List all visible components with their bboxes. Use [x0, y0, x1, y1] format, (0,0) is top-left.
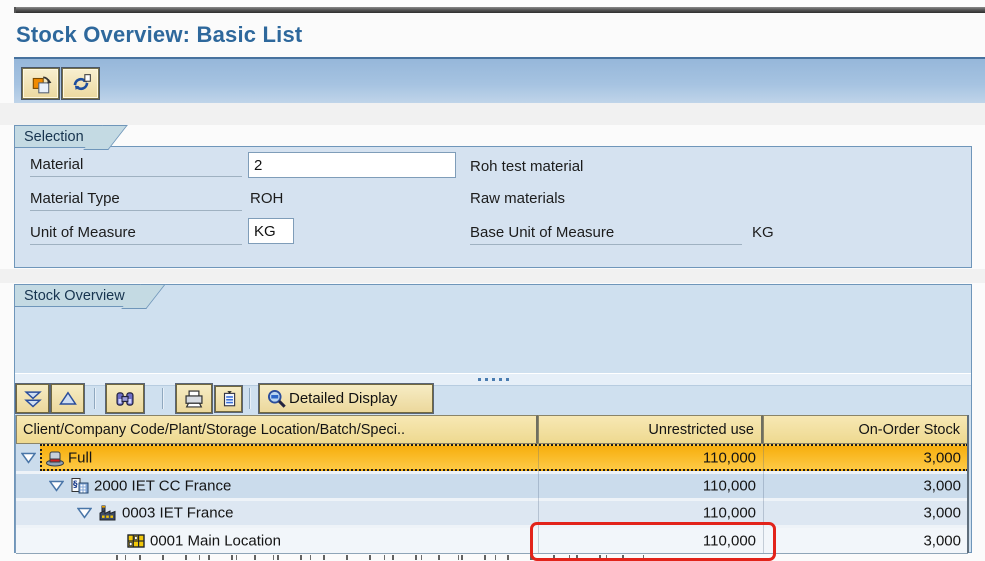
company-code-icon: §: [71, 478, 89, 494]
cell-on-order: 3,000: [923, 477, 961, 495]
material-label: Material: [30, 156, 242, 177]
base-unit-label: Base Unit of Measure: [470, 224, 742, 245]
table-row-plant[interactable]: 0003 IET France 110,000 3,000: [16, 501, 968, 525]
cell-on-order: 3,000: [923, 532, 961, 549]
selection-group-title: Selection: [14, 125, 106, 148]
column-header-on-order-stock[interactable]: On-Order Stock: [763, 415, 968, 444]
sort-descending-icon: [23, 390, 42, 408]
copy-list-button[interactable]: [215, 386, 242, 412]
table-right-border: [967, 415, 969, 553]
copy-icon: [223, 391, 235, 407]
annotation-highlight-rectangle: [530, 522, 776, 561]
svg-text:§: §: [73, 480, 78, 490]
cell-on-order: 3,000: [923, 449, 961, 466]
cropped-window-edge: [14, 7, 985, 13]
storage-location-icon: [127, 533, 145, 548]
material-type-label: Material Type: [30, 190, 242, 211]
detailed-display-button[interactable]: Detailed Display: [259, 384, 433, 413]
client-hat-icon: [46, 451, 64, 466]
choose-icon: [32, 76, 51, 93]
choose-button[interactable]: [22, 68, 59, 99]
toolbar-separator: [94, 388, 95, 409]
detailed-display-magnifier-icon: [267, 389, 286, 408]
splitter-dots-icon: [477, 378, 509, 381]
table-row-client-full[interactable]: Full 110,000 3,000: [16, 444, 968, 471]
table-row-company-code[interactable]: § 2000 IET CC France 110,000 3,000: [16, 474, 968, 498]
stock-overview-group-title: Stock Overview: [14, 284, 144, 307]
toolbar-separator: [249, 388, 250, 409]
cell-on-order: 3,000: [923, 504, 961, 522]
find-button[interactable]: [106, 384, 144, 413]
cell-unrestricted: 110,000: [702, 449, 756, 466]
plant-icon: [99, 505, 116, 521]
material-type-value: ROH: [250, 190, 284, 207]
sort-descending-button[interactable]: [16, 384, 49, 413]
material-type-description: Raw materials: [470, 190, 566, 207]
cell-unrestricted: 110,000: [702, 477, 756, 495]
tree-collapse-arrow[interactable]: [77, 507, 92, 519]
toolbar-separator: [162, 388, 163, 409]
refresh-button[interactable]: [62, 68, 99, 99]
table-left-border: [15, 415, 16, 553]
base-unit-value: KG: [752, 224, 774, 241]
sort-ascending-button[interactable]: [51, 384, 84, 413]
refresh-icon: [73, 73, 91, 90]
page-title: Stock Overview: Basic List: [16, 22, 303, 47]
column-header-unrestricted-use[interactable]: Unrestricted use: [538, 415, 763, 444]
splitter-handle[interactable]: [15, 373, 971, 386]
column-header-hierarchy[interactable]: Client/Company Code/Plant/Storage Locati…: [16, 415, 538, 444]
detailed-display-label: Detailed Display: [289, 390, 398, 407]
find-icon: [116, 391, 134, 406]
sort-ascending-icon: [58, 390, 77, 405]
print-icon: [185, 389, 203, 408]
table-row-storage-location[interactable]: 0001 Main Location 110,000 3,000: [16, 528, 968, 553]
unit-of-measure-label: Unit of Measure: [30, 224, 242, 245]
spacer: [0, 103, 985, 125]
tree-collapse-arrow[interactable]: [49, 480, 64, 492]
material-description: Roh test material: [470, 158, 584, 175]
sap-stock-overview-screen: Stock Overview: Basic List Selection Mat…: [0, 0, 985, 561]
spacer: [0, 269, 985, 283]
unit-of-measure-input[interactable]: [248, 218, 294, 244]
print-button[interactable]: [176, 384, 212, 413]
tree-collapse-arrow[interactable]: [21, 452, 36, 463]
cell-unrestricted: 110,000: [702, 504, 756, 522]
application-toolbar: [14, 57, 985, 105]
material-input[interactable]: [248, 152, 456, 178]
